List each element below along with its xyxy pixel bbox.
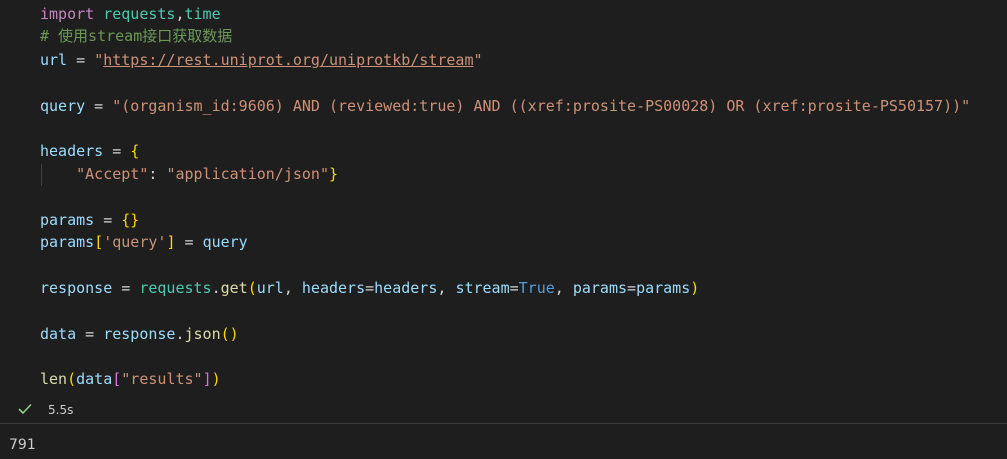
- assign-op: =: [112, 279, 140, 297]
- code-line-params-set: params['query'] = query: [40, 232, 248, 252]
- var-query: query: [40, 97, 86, 115]
- kwarg-stream: stream: [455, 279, 510, 297]
- kwarg-params: params: [572, 279, 628, 297]
- code-line-import: import requests,time: [40, 4, 221, 24]
- execution-time: 5.5s: [48, 403, 74, 417]
- parens: (): [220, 325, 239, 343]
- paren-close: ): [690, 279, 700, 297]
- assign-op: =: [103, 142, 131, 160]
- code-line-query: query = "(organism_id:9606) AND (reviewe…: [40, 96, 970, 116]
- string-quote-open: ": [94, 51, 104, 69]
- var-data: data: [40, 325, 77, 343]
- cell-status-bar: 5.5s: [0, 398, 1007, 422]
- var-params: params: [40, 233, 95, 251]
- fn-json: json: [184, 325, 221, 343]
- equals: =: [627, 279, 637, 297]
- url-link[interactable]: https://rest.uniprot.org/uniprotkb/strea…: [103, 51, 473, 69]
- arg-url: url: [256, 279, 284, 297]
- dot: .: [175, 325, 185, 343]
- assign-op: =: [94, 211, 122, 229]
- code-line-accept: "Accept": "application/json"}: [40, 164, 338, 184]
- brace-open: {: [130, 142, 140, 160]
- dict-value-json: "application/json": [166, 165, 329, 183]
- kwarg-headers: headers: [301, 279, 366, 297]
- var-query-ref: query: [202, 233, 248, 251]
- code-line-headers: headers = {: [40, 141, 139, 161]
- module-time: time: [184, 5, 221, 23]
- var-response: response: [40, 279, 113, 297]
- value-params: params: [636, 279, 691, 297]
- string-quote-close: ": [473, 51, 483, 69]
- equals: =: [365, 279, 375, 297]
- code-line-data: data = response.json(): [40, 324, 239, 344]
- obj-response: response: [103, 325, 176, 343]
- key-results: "results": [121, 370, 203, 388]
- paren-open: (: [67, 370, 77, 388]
- fn-len: len: [40, 370, 68, 388]
- fn-get: get: [220, 279, 248, 297]
- code-comment: # 使用stream接口获取数据: [40, 27, 233, 45]
- assign-op: =: [76, 325, 104, 343]
- key-query: 'query': [103, 233, 167, 251]
- comma: ,: [437, 279, 456, 297]
- output-divider: [0, 423, 1007, 424]
- code-line-url: url = "https://rest.uniprot.org/uniprotk…: [40, 50, 483, 70]
- var-headers: headers: [40, 142, 104, 160]
- comma: ,: [554, 279, 573, 297]
- colon: :: [148, 165, 167, 183]
- value-true: True: [518, 279, 555, 297]
- var-params: params: [40, 211, 95, 229]
- query-string: "(organism_id:9606) AND (reviewed:true) …: [112, 97, 971, 115]
- comma: ,: [175, 5, 185, 23]
- module-requests-ref: requests: [139, 279, 212, 297]
- paren-open: (: [247, 279, 257, 297]
- comma: ,: [283, 279, 302, 297]
- value-headers: headers: [374, 279, 438, 297]
- cell-output: 791: [9, 437, 36, 453]
- assign-op: =: [85, 97, 113, 115]
- bracket-open: [: [94, 233, 104, 251]
- notebook-cell: import requests,time # 使用stream接口获取数据 ur…: [0, 0, 1007, 459]
- equals: =: [509, 279, 519, 297]
- dict-key-accept: "Accept": [76, 165, 149, 183]
- assign-op: =: [67, 51, 95, 69]
- module-requests: requests: [103, 5, 176, 23]
- code-line-params-init: params = {}: [40, 210, 139, 230]
- bracket-open: [: [112, 370, 122, 388]
- paren-close: ): [211, 370, 221, 388]
- checkmark-icon: [17, 401, 33, 417]
- keyword-import: import: [40, 5, 95, 23]
- bracket-close: ]: [202, 370, 212, 388]
- var-url: url: [40, 51, 68, 69]
- dot: .: [211, 279, 221, 297]
- code-line-len: len(data["results"]): [40, 369, 221, 389]
- assign-op: =: [175, 233, 203, 251]
- empty-dict: {}: [121, 211, 140, 229]
- code-editor[interactable]: import requests,time # 使用stream接口获取数据 ur…: [0, 0, 1007, 398]
- brace-close: }: [329, 165, 339, 183]
- var-data-ref: data: [76, 370, 113, 388]
- code-line-response: response = requests.get(url, headers=hea…: [40, 278, 699, 298]
